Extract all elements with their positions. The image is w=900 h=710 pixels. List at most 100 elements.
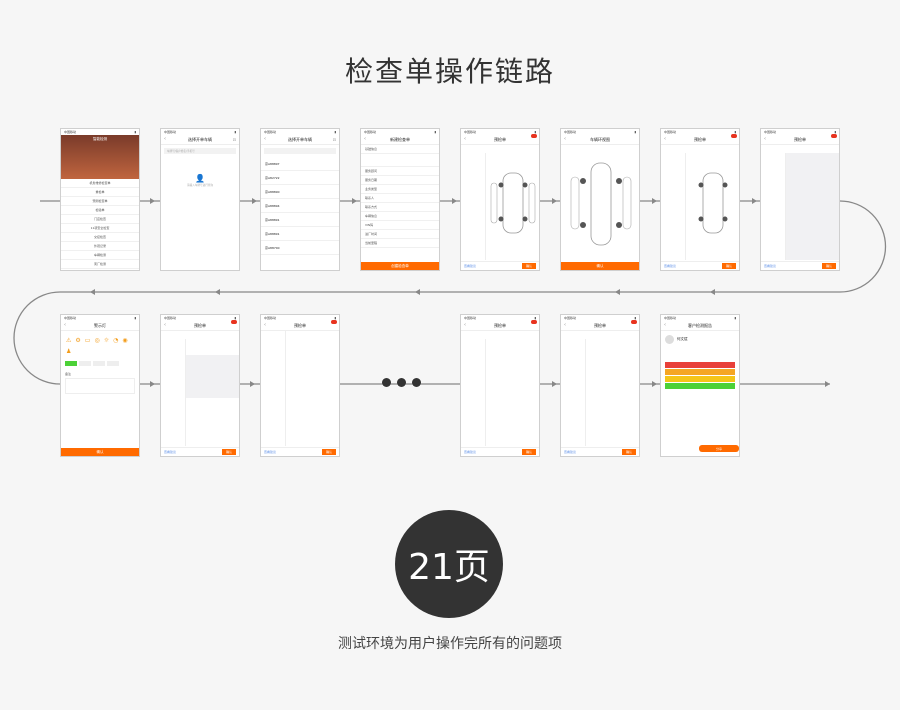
screen-9: 中国移动 ▮ ‹ 警示灯 ⚠ ⚙ ▭ ◎ ☼ ◔ ◉ ♟ 备注 确认	[60, 314, 140, 457]
form-field[interactable]: VIN码	[361, 221, 439, 230]
view-advice-link[interactable]: 查看建议	[264, 450, 276, 454]
plate-row[interactable]: 京A88700	[261, 241, 339, 255]
plate-row[interactable]: 京A88891	[261, 227, 339, 241]
tag[interactable]	[107, 361, 119, 366]
view-advice-link[interactable]: 查看建议	[464, 264, 476, 268]
main-area	[586, 339, 639, 446]
screen-2: 中国移动 ▮ ‹ 选择开单车辆 ⊡ 车牌号/客户姓名/手机号 👤 请输入车牌号进行查询	[160, 128, 240, 271]
notification-badge	[231, 320, 237, 324]
warning-icon[interactable]: ⚠	[66, 337, 71, 344]
search-input[interactable]: 车牌号/客户姓名/手机号	[164, 148, 236, 154]
menu-item[interactable]: 离厂检测	[61, 260, 139, 269]
form-field: 基础信息	[361, 145, 439, 154]
subtitle: 测试环境为用户操作完所有的问题项	[338, 636, 562, 652]
plate-row[interactable]: 京A88891	[261, 213, 339, 227]
menu-item[interactable]: 检验单	[61, 206, 139, 215]
back-icon[interactable]: ‹	[464, 136, 466, 142]
scan-icon[interactable]: ⊡	[333, 137, 336, 142]
form-field[interactable]: 服务顾问	[361, 167, 439, 176]
back-icon[interactable]: ‹	[764, 136, 766, 142]
view-advice-link[interactable]: 查看建议	[564, 450, 576, 454]
confirm-button[interactable]: 确认	[821, 263, 836, 269]
menu-item[interactable]: 门店检查	[61, 215, 139, 224]
gauge-icon[interactable]: ◔	[113, 337, 118, 344]
menu-item[interactable]: 车辆检测	[61, 251, 139, 260]
bottom-bar: 查看建议 确认	[661, 261, 739, 270]
back-icon[interactable]: ‹	[64, 322, 66, 328]
warning-light-grid: ⚠ ⚙ ▭ ◎ ☼ ◔ ◉ ♟	[61, 331, 139, 361]
bottom-bar: 查看建议 确认	[461, 447, 539, 456]
confirm-button[interactable]: 确认	[521, 449, 536, 455]
confirm-button[interactable]: 确认	[61, 448, 139, 456]
form-field[interactable]: 联系方式	[361, 203, 439, 212]
form-field[interactable]: 联系人	[361, 194, 439, 203]
form-field[interactable]: 业务类型	[361, 185, 439, 194]
header-banner: 智能检测	[61, 135, 139, 179]
view-advice-link[interactable]: 查看建议	[464, 450, 476, 454]
view-advice-link[interactable]: 查看建议	[664, 264, 676, 268]
menu-item[interactable]: 交接检查	[61, 233, 139, 242]
carrier: 中国移动	[464, 316, 477, 320]
tag-active[interactable]	[65, 361, 77, 366]
confirm-button[interactable]: 确认	[561, 262, 639, 270]
menu-item[interactable]: 11项安全检查	[61, 224, 139, 233]
screen-10: 中国移动 ▮ ‹ 预检单 查看建议 确认	[160, 314, 240, 457]
side-menu	[161, 339, 186, 446]
page-count-badge: 21页	[395, 510, 503, 618]
engine-icon[interactable]: ⚙	[75, 337, 80, 344]
light-icon[interactable]: ☼	[104, 337, 109, 344]
oil-icon[interactable]: ◉	[122, 337, 127, 344]
search-input[interactable]	[264, 148, 336, 154]
back-icon[interactable]: ‹	[264, 322, 266, 328]
back-icon[interactable]: ‹	[664, 322, 666, 328]
confirm-button[interactable]: 确认	[221, 449, 236, 455]
car-360-diagram	[570, 162, 632, 246]
nav-title: 预检单	[194, 322, 206, 328]
back-icon[interactable]: ‹	[164, 136, 166, 142]
menu-item[interactable]: 重检单	[61, 188, 139, 197]
brake-icon[interactable]: ◎	[94, 337, 99, 344]
tag[interactable]	[79, 361, 91, 366]
plate-number: 京A88700	[265, 245, 280, 250]
result-bar-red	[665, 362, 735, 368]
back-icon[interactable]: ‹	[464, 322, 466, 328]
back-icon[interactable]: ‹	[564, 322, 566, 328]
battery-icon[interactable]: ▭	[85, 337, 91, 344]
seat-icon[interactable]: ♟	[66, 348, 71, 355]
share-button[interactable]: 分享	[699, 445, 739, 452]
form-field[interactable]: 当前里程	[361, 239, 439, 248]
plate-row[interactable]: 京A88890	[261, 185, 339, 199]
carrier: 中国移动	[64, 316, 77, 320]
remark-label: 备注	[65, 372, 72, 376]
remark-input[interactable]	[65, 378, 135, 394]
side-menu	[261, 331, 286, 446]
create-button[interactable]: 创建检查单	[361, 262, 439, 270]
notification-badge	[531, 134, 537, 138]
plate-row[interactable]: 京A88897	[261, 157, 339, 171]
menu-item[interactable]: 外观记录	[61, 242, 139, 251]
side-menu	[461, 153, 486, 260]
car-info-card	[361, 154, 439, 167]
confirm-button[interactable]: 确认	[721, 263, 736, 269]
menu-item[interactable]: 预测检查单	[61, 197, 139, 206]
tag[interactable]	[93, 361, 105, 366]
form-field[interactable]: 服务日期	[361, 176, 439, 185]
back-icon[interactable]: ‹	[564, 136, 566, 142]
back-icon[interactable]: ‹	[664, 136, 666, 142]
back-icon[interactable]: ‹	[264, 136, 266, 142]
back-icon[interactable]: ‹	[364, 136, 366, 142]
confirm-button[interactable]: 确认	[321, 449, 336, 455]
menu-item[interactable]: 机务维修检查单	[61, 179, 139, 188]
back-icon[interactable]: ‹	[164, 322, 166, 328]
menu-list: 机务维修检查单 重检单 预测检查单 检验单 门店检查 11项安全检查 交接检查 …	[61, 179, 139, 269]
scan-icon[interactable]: ⊡	[233, 137, 236, 142]
plate-row[interactable]: 京A88894	[261, 199, 339, 213]
notification-badge	[331, 320, 337, 324]
form-field[interactable]: 进厂时间	[361, 230, 439, 239]
view-advice-link[interactable]: 查看建议	[764, 264, 776, 268]
confirm-button[interactable]: 确认	[521, 263, 536, 269]
confirm-button[interactable]: 确认	[621, 449, 636, 455]
view-advice-link[interactable]: 查看建议	[164, 450, 176, 454]
plate-row[interactable]: 京A82722	[261, 171, 339, 185]
carrier: 中国移动	[164, 316, 177, 320]
